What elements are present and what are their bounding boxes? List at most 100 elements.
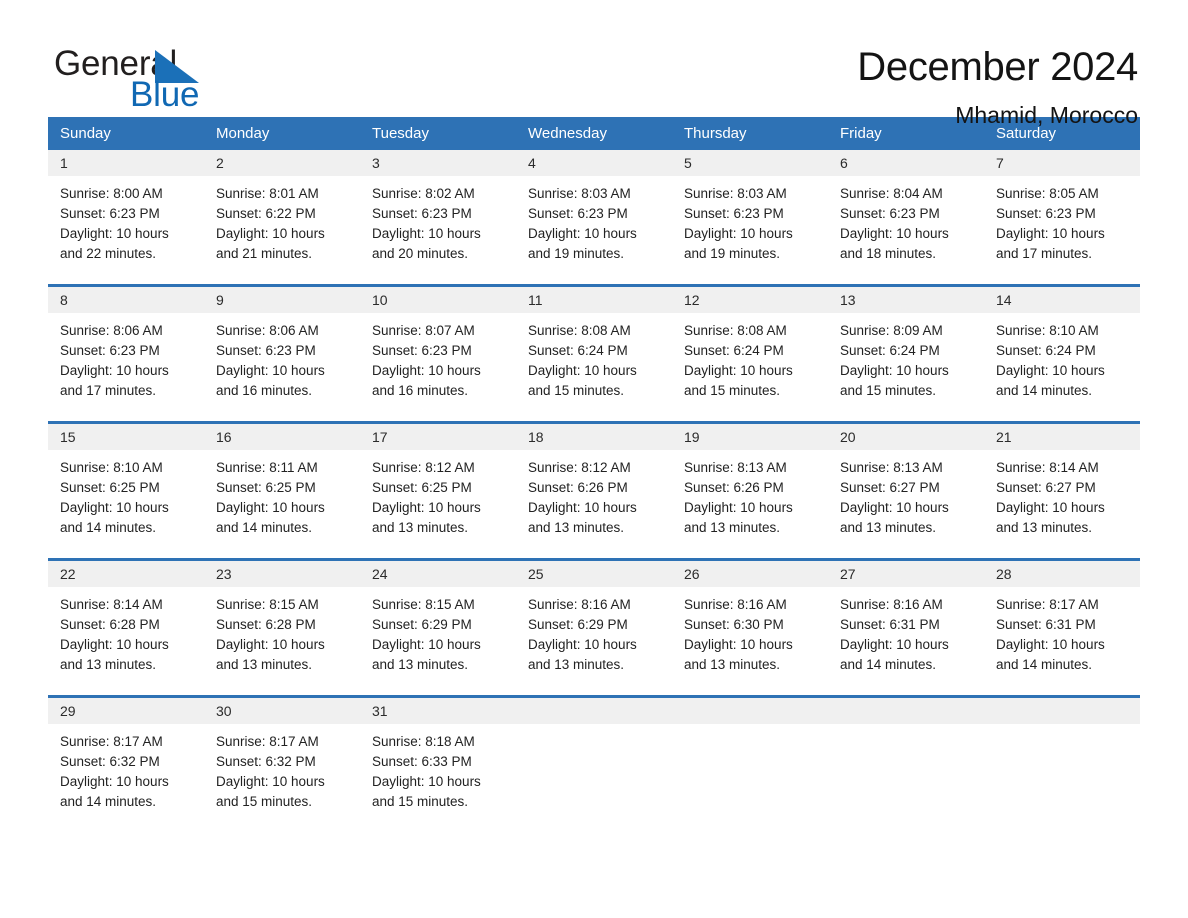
day-daylight-line2-text: and 13 minutes. xyxy=(684,657,781,672)
day-number-29[interactable]: 29 xyxy=(48,698,204,724)
day-number-20[interactable]: 20 xyxy=(828,424,984,450)
day-number-27[interactable]: 27 xyxy=(828,561,984,587)
day-cell-21[interactable]: Sunrise: 8:14 AM Sunset: 6:27 PM Daylight:… xyxy=(984,450,1140,558)
day-cell-24[interactable]: Sunrise: 8:15 AM Sunset: 6:29 PM Daylight:… xyxy=(360,587,516,695)
day-number-8[interactable]: 8 xyxy=(48,287,204,313)
day-number-10[interactable]: 10 xyxy=(360,287,516,313)
day-number-11[interactable]: 11 xyxy=(516,287,672,313)
general-blue-logo[interactable]: General Blue xyxy=(54,44,254,116)
day-number-2[interactable]: 2 xyxy=(204,150,360,176)
day-cell-11[interactable]: Sunrise: 8:08 AM Sunset: 6:24 PM Daylight:… xyxy=(516,313,672,421)
day-cell-13[interactable]: Sunrise: 8:09 AM Sunset: 6:24 PM Daylight:… xyxy=(828,313,984,421)
day-number-6[interactable]: 6 xyxy=(828,150,984,176)
day-daylight-line2-text: and 13 minutes. xyxy=(216,657,313,672)
day-cell-1[interactable]: Sunrise: 8:00 AM Sunset: 6:23 PM Daylight:… xyxy=(48,176,204,284)
day-cell-12[interactable]: Sunrise: 8:08 AM Sunset: 6:24 PM Daylight:… xyxy=(672,313,828,421)
day-daylight-line1-text: Daylight: 10 hours xyxy=(684,363,793,378)
day-cell-2[interactable]: Sunrise: 8:01 AM Sunset: 6:22 PM Daylight:… xyxy=(204,176,360,284)
day-daylight-line2-text: and 15 minutes. xyxy=(840,383,937,398)
day-sunrise-text: Sunrise: 8:08 AM xyxy=(528,323,631,338)
day-number-4[interactable]: 4 xyxy=(516,150,672,176)
day-number-17[interactable]: 17 xyxy=(360,424,516,450)
day-number-empty xyxy=(828,698,984,724)
day-cell-10[interactable]: Sunrise: 8:07 AM Sunset: 6:23 PM Daylight:… xyxy=(360,313,516,421)
calendar-page: General Blue December 2024 Mhamid, Moroc… xyxy=(0,0,1188,918)
day-number-14[interactable]: 14 xyxy=(984,287,1140,313)
day-cell-4[interactable]: Sunrise: 8:03 AM Sunset: 6:23 PM Daylight:… xyxy=(516,176,672,284)
day-number-21[interactable]: 21 xyxy=(984,424,1140,450)
day-cell-29[interactable]: Sunrise: 8:17 AM Sunset: 6:32 PM Daylight:… xyxy=(48,724,204,832)
day-cell-28[interactable]: Sunrise: 8:17 AM Sunset: 6:31 PM Daylight:… xyxy=(984,587,1140,695)
day-cell-5[interactable]: Sunrise: 8:03 AM Sunset: 6:23 PM Daylight:… xyxy=(672,176,828,284)
day-cell-20[interactable]: Sunrise: 8:13 AM Sunset: 6:27 PM Daylight:… xyxy=(828,450,984,558)
day-cell-25[interactable]: Sunrise: 8:16 AM Sunset: 6:29 PM Daylight:… xyxy=(516,587,672,695)
day-daylight-line2-text: and 21 minutes. xyxy=(216,246,313,261)
day-number-15[interactable]: 15 xyxy=(48,424,204,450)
day-cell-27[interactable]: Sunrise: 8:16 AM Sunset: 6:31 PM Daylight:… xyxy=(828,587,984,695)
day-cell-19[interactable]: Sunrise: 8:13 AM Sunset: 6:26 PM Daylight:… xyxy=(672,450,828,558)
logo-text-blue: Blue xyxy=(130,75,200,114)
day-number-band: 1234567 xyxy=(48,150,1140,176)
day-cell-3[interactable]: Sunrise: 8:02 AM Sunset: 6:23 PM Daylight:… xyxy=(360,176,516,284)
day-number-22[interactable]: 22 xyxy=(48,561,204,587)
day-cell-22[interactable]: Sunrise: 8:14 AM Sunset: 6:28 PM Daylight:… xyxy=(48,587,204,695)
weekday-header-sunday: Sunday xyxy=(60,125,111,142)
day-cell-7[interactable]: Sunrise: 8:05 AM Sunset: 6:23 PM Daylight:… xyxy=(984,176,1140,284)
calendar-week-row: 15 16 17 18 19 20 21 Sunrise: 8:10 AM Sunset: 6:… xyxy=(48,421,1140,558)
day-daylight-line1-text: Daylight: 10 hours xyxy=(528,500,637,515)
day-sunset-text: Sunset: 6:24 PM xyxy=(684,343,784,358)
day-number-18[interactable]: 18 xyxy=(516,424,672,450)
day-number-13[interactable]: 13 xyxy=(828,287,984,313)
day-daylight-line1-text: Daylight: 10 hours xyxy=(684,226,793,241)
day-daylight-line1-text: Daylight: 10 hours xyxy=(216,774,325,789)
day-number-7[interactable]: 7 xyxy=(984,150,1140,176)
day-cell-17[interactable]: Sunrise: 8:12 AM Sunset: 6:25 PM Daylight:… xyxy=(360,450,516,558)
day-daylight-line2-text: and 19 minutes. xyxy=(684,246,781,261)
day-sunset-text: Sunset: 6:23 PM xyxy=(60,343,160,358)
day-number-empty xyxy=(672,698,828,724)
day-daylight-line1-text: Daylight: 10 hours xyxy=(996,500,1105,515)
weekday-header-thursday: Thursday xyxy=(684,125,747,142)
day-cell-8[interactable]: Sunrise: 8:06 AM Sunset: 6:23 PM Daylight:… xyxy=(48,313,204,421)
day-number-28[interactable]: 28 xyxy=(984,561,1140,587)
day-sunrise-text: Sunrise: 8:10 AM xyxy=(60,460,163,475)
day-sunset-text: Sunset: 6:32 PM xyxy=(60,754,160,769)
day-number-25[interactable]: 25 xyxy=(516,561,672,587)
day-number-12[interactable]: 12 xyxy=(672,287,828,313)
day-sunrise-text: Sunrise: 8:03 AM xyxy=(684,186,787,201)
day-cell-16[interactable]: Sunrise: 8:11 AM Sunset: 6:25 PM Daylight:… xyxy=(204,450,360,558)
day-cell-26[interactable]: Sunrise: 8:16 AM Sunset: 6:30 PM Daylight:… xyxy=(672,587,828,695)
day-number-24[interactable]: 24 xyxy=(360,561,516,587)
day-cell-31[interactable]: Sunrise: 8:18 AM Sunset: 6:33 PM Daylight:… xyxy=(360,724,516,832)
day-number-16[interactable]: 16 xyxy=(204,424,360,450)
day-daylight-line1-text: Daylight: 10 hours xyxy=(996,637,1105,652)
day-number-19[interactable]: 19 xyxy=(672,424,828,450)
day-daylight-line2-text: and 17 minutes. xyxy=(996,246,1093,261)
weekday-header-saturday: Saturday xyxy=(996,125,1057,142)
day-number-31[interactable]: 31 xyxy=(360,698,516,724)
day-cell-23[interactable]: Sunrise: 8:15 AM Sunset: 6:28 PM Daylight:… xyxy=(204,587,360,695)
day-number-23[interactable]: 23 xyxy=(204,561,360,587)
day-number-5[interactable]: 5 xyxy=(672,150,828,176)
day-number-band: 15 16 17 18 19 20 21 xyxy=(48,424,1140,450)
day-number-26[interactable]: 26 xyxy=(672,561,828,587)
day-number-30[interactable]: 30 xyxy=(204,698,360,724)
day-cell-15[interactable]: Sunrise: 8:10 AM Sunset: 6:25 PM Daylight:… xyxy=(48,450,204,558)
day-sunrise-text: Sunrise: 8:06 AM xyxy=(60,323,163,338)
day-sunrise-text: Sunrise: 8:11 AM xyxy=(216,460,318,475)
day-number-1[interactable]: 1 xyxy=(48,150,204,176)
day-cell-14[interactable]: Sunrise: 8:10 AM Sunset: 6:24 PM Daylight:… xyxy=(984,313,1140,421)
day-cell-30[interactable]: Sunrise: 8:17 AM Sunset: 6:32 PM Daylight:… xyxy=(204,724,360,832)
day-cell-6[interactable]: Sunrise: 8:04 AM Sunset: 6:23 PM Daylight:… xyxy=(828,176,984,284)
day-sunset-text: Sunset: 6:29 PM xyxy=(372,617,472,632)
day-number-9[interactable]: 9 xyxy=(204,287,360,313)
weekday-header-row: Sunday Monday Tuesday Wednesday Thursday Frid… xyxy=(48,117,1140,150)
day-cell-9[interactable]: Sunrise: 8:06 AM Sunset: 6:23 PM Daylight:… xyxy=(204,313,360,421)
day-number-3[interactable]: 3 xyxy=(360,150,516,176)
day-sunset-text: Sunset: 6:22 PM xyxy=(216,206,316,221)
day-sunrise-text: Sunrise: 8:09 AM xyxy=(840,323,943,338)
day-detail-band: Sunrise: 8:00 AM Sunset: 6:23 PM Daylight:… xyxy=(48,176,1140,284)
day-daylight-line2-text: and 14 minutes. xyxy=(216,520,313,535)
day-number-empty xyxy=(516,698,672,724)
day-cell-18[interactable]: Sunrise: 8:12 AM Sunset: 6:26 PM Daylight:… xyxy=(516,450,672,558)
